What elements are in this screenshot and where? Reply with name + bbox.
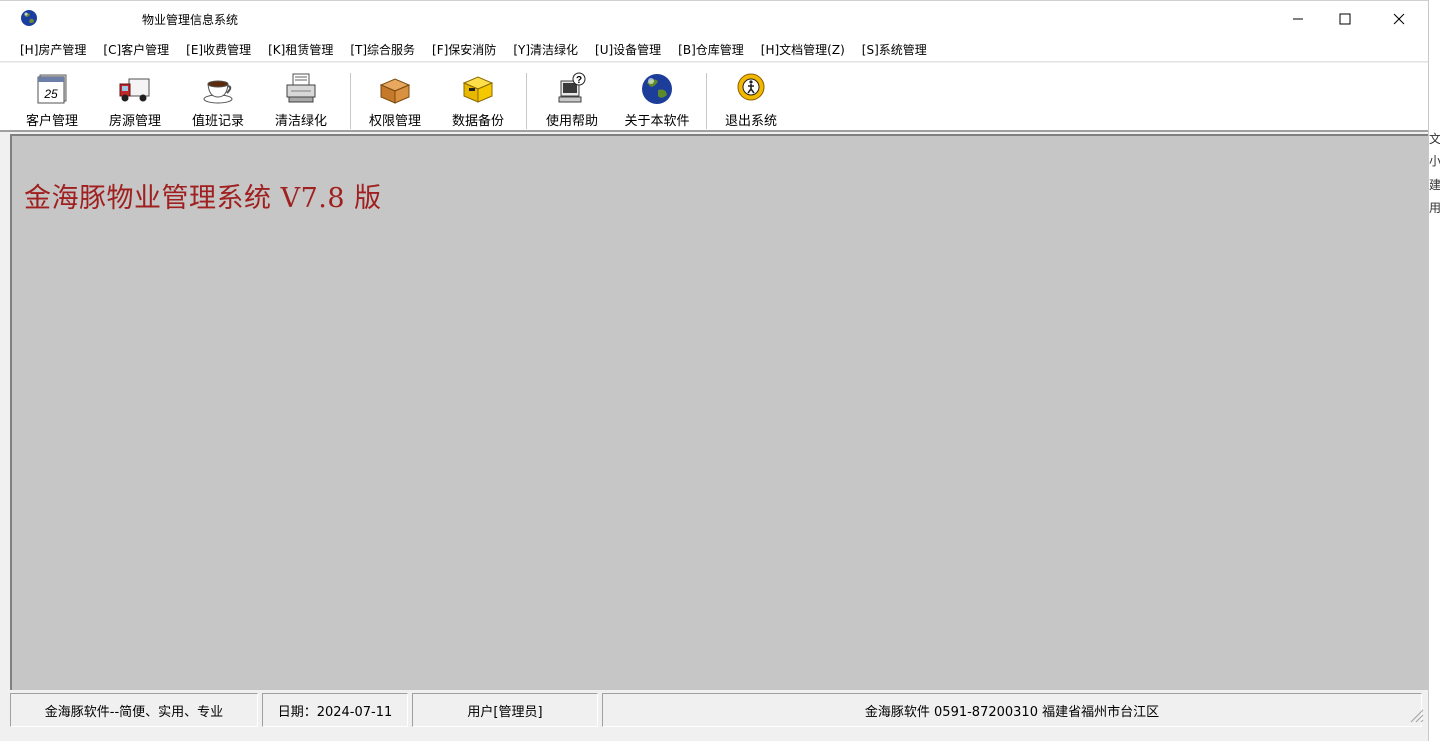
status-date: 日期：2024-07-11 bbox=[262, 693, 408, 727]
toolbar-separator bbox=[526, 73, 528, 129]
svg-text:25: 25 bbox=[43, 87, 58, 101]
about-button-label: 关于本软件 bbox=[624, 114, 690, 129]
background-window-text: 文 bbox=[1429, 132, 1440, 146]
svg-text:?: ? bbox=[576, 75, 582, 86]
exit-button-label: 退出系统 bbox=[724, 114, 777, 129]
cleaning-button[interactable]: 清洁绿化 bbox=[267, 71, 335, 129]
toolbar-separator bbox=[350, 73, 352, 129]
menu-warehouse[interactable]: [B]仓库管理 bbox=[678, 41, 744, 58]
menu-equipment[interactable]: [U]设备管理 bbox=[595, 41, 661, 58]
menu-documents[interactable]: [H]文档管理(Z) bbox=[761, 41, 845, 58]
menu-system[interactable]: [S]系统管理 bbox=[862, 41, 927, 58]
housing-button[interactable]: 房源管理 bbox=[101, 71, 169, 129]
minimize-button[interactable] bbox=[1275, 1, 1321, 37]
system-title: 金海豚物业管理系统 V7.8 版 bbox=[24, 183, 382, 214]
duty-log-button-label: 值班记录 bbox=[191, 114, 244, 129]
menu-customer[interactable]: [C]客户管理 bbox=[103, 41, 169, 58]
cleaning-button-label: 清洁绿化 bbox=[274, 114, 327, 129]
status-contact: 金海豚软件 0591-87200310 福建省福州市台江区 bbox=[602, 693, 1422, 727]
menu-property[interactable]: [H]房产管理 bbox=[20, 41, 86, 58]
exit-button[interactable]: 退出系统 bbox=[716, 71, 786, 129]
maximize-icon bbox=[1339, 13, 1351, 25]
backup-button[interactable]: 数据备份 bbox=[444, 71, 512, 129]
exit-person-icon bbox=[737, 73, 765, 101]
menu-lease[interactable]: [K]租赁管理 bbox=[268, 41, 333, 58]
window-title: 物业管理信息系统 bbox=[142, 13, 239, 27]
app-globe-icon bbox=[21, 10, 37, 26]
globe-icon bbox=[642, 74, 672, 104]
housing-button-label: 房源管理 bbox=[108, 114, 161, 129]
help-computer-icon: ? bbox=[558, 72, 586, 103]
menu-fees[interactable]: [E]收费管理 bbox=[186, 41, 251, 58]
yellow-box-icon bbox=[462, 76, 494, 103]
maximize-button[interactable] bbox=[1322, 1, 1368, 37]
minimize-icon bbox=[1293, 18, 1303, 20]
resize-grip-icon[interactable] bbox=[1406, 705, 1424, 723]
toolbar-separator bbox=[706, 73, 708, 129]
close-icon bbox=[1393, 13, 1405, 25]
toolbar: 25 客户管理 房源管理 值班记录 清洁绿化 权限管理 数据备份 ? 使用帮助 … bbox=[0, 63, 1428, 132]
permission-button-label: 权限管理 bbox=[368, 114, 421, 129]
customer-button-label: 客户管理 bbox=[25, 114, 78, 129]
menu-services[interactable]: [T]综合服务 bbox=[350, 41, 415, 58]
help-button[interactable]: ? 使用帮助 bbox=[537, 71, 607, 129]
main-workspace: 金海豚物业管理系统 V7.8 版 bbox=[10, 134, 1428, 690]
main-window: 物业管理信息系统 [H]房产管理 [C]客户管理 [E]收费管理 [K]租赁管理… bbox=[0, 0, 1429, 741]
truck-icon bbox=[119, 78, 150, 102]
permission-button[interactable]: 权限管理 bbox=[361, 71, 429, 129]
title-bar[interactable]: 物业管理信息系统 bbox=[0, 0, 1428, 38]
duty-log-button[interactable]: 值班记录 bbox=[184, 71, 252, 129]
background-window-text: 用 bbox=[1429, 201, 1440, 215]
status-bar: 金海豚软件--简便、实用、专业 日期：2024-07-11 用户[管理员] 金海… bbox=[10, 693, 1428, 731]
customer-button[interactable]: 25 客户管理 bbox=[18, 71, 86, 129]
coffee-cup-icon bbox=[203, 80, 233, 104]
menu-security[interactable]: [F]保安消防 bbox=[432, 41, 496, 58]
menu-bar: [H]房产管理 [C]客户管理 [E]收费管理 [K]租赁管理 [T]综合服务 … bbox=[0, 38, 1428, 62]
background-window-text: 建 bbox=[1429, 178, 1440, 192]
box-icon bbox=[379, 78, 411, 104]
menu-cleaning[interactable]: [Y]清洁绿化 bbox=[513, 41, 578, 58]
help-button-label: 使用帮助 bbox=[545, 114, 598, 129]
printer-icon bbox=[286, 73, 316, 103]
close-button[interactable] bbox=[1376, 1, 1422, 37]
about-button[interactable]: 关于本软件 bbox=[615, 71, 699, 129]
background-window-text: 小 bbox=[1429, 154, 1440, 168]
backup-button-label: 数据备份 bbox=[451, 114, 504, 129]
status-user: 用户[管理员] bbox=[412, 693, 598, 727]
status-slogan: 金海豚软件--简便、实用、专业 bbox=[10, 693, 258, 727]
calendar-icon: 25 bbox=[37, 74, 67, 104]
